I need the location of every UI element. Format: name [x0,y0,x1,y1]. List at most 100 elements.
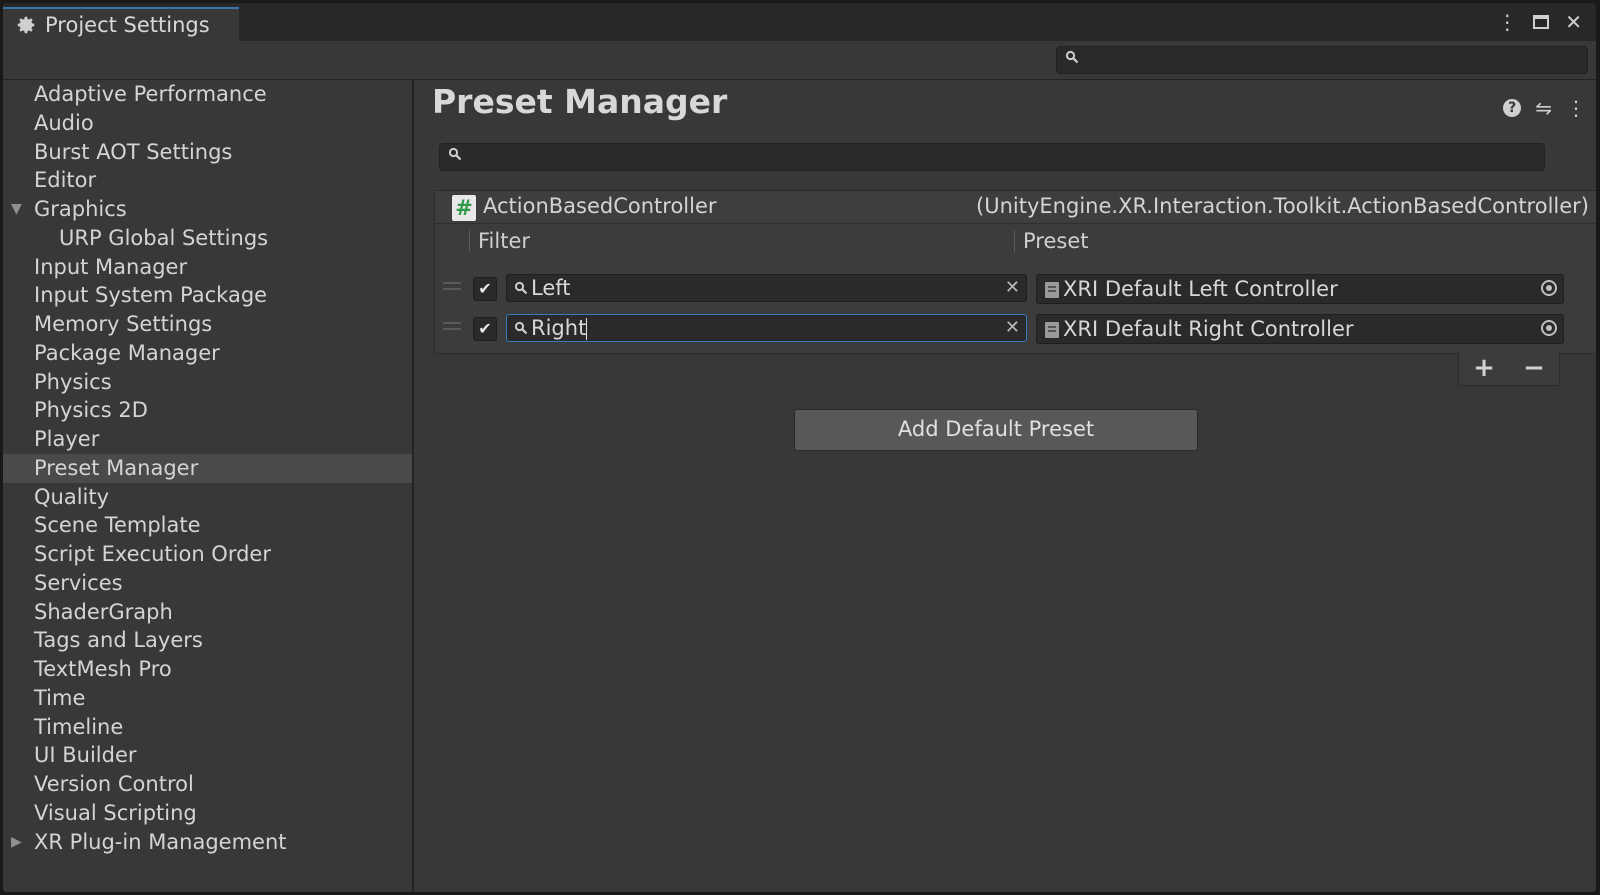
sidebar-item-scene-template[interactable]: Scene Template [3,511,412,540]
sidebar-item-graphics[interactable]: ▼ Graphics [3,195,412,224]
sidebar-item-script-execution-order[interactable]: Script Execution Order [3,540,412,569]
more-vertical-icon[interactable]: ⋮ [1566,96,1586,120]
preset-asset-icon [1045,282,1059,298]
search-icon [1065,50,1079,64]
type-name: ActionBasedController [483,194,717,218]
sidebar-item-timeline[interactable]: Timeline [3,713,412,742]
sidebar-item-urp-global-settings[interactable]: URP Global Settings [3,224,412,253]
sidebar-item-label: Time [34,685,86,710]
fold-open-icon[interactable]: ▼ [11,195,22,224]
tab-project-settings[interactable]: Project Settings [3,7,239,41]
preset-object-field[interactable]: XRI Default Left Controller [1036,274,1564,304]
sidebar-item-label: Memory Settings [34,312,213,336]
sidebar-item-label: Player [34,427,100,451]
preset-row: ✔ Right ✕ XRI Default Right Controller [435,311,1596,347]
sidebar-item-label: XR Plug-in Management [34,829,287,854]
sidebar-item-physics[interactable]: Physics [3,368,412,397]
search-icon [514,281,528,295]
object-picker-icon[interactable] [1541,320,1557,336]
fold-closed-icon[interactable]: ▶ [11,828,22,857]
preset-asset-icon [1045,322,1059,338]
maximize-icon[interactable] [1533,15,1550,29]
sidebar-item-label: UI Builder [34,743,137,768]
sidebar-item-label: Input System Package [34,283,268,308]
sidebar-item-label: Script Execution Order [34,542,271,566]
sidebar-item-textmesh-pro[interactable]: TextMesh Pro [3,655,412,684]
type-header[interactable]: # ActionBasedController (UnityEngine.XR.… [435,191,1596,224]
sidebar-item-editor[interactable]: Editor [3,166,412,195]
sidebar-item-label: ShaderGraph [34,599,173,624]
add-default-preset-button[interactable]: Add Default Preset [794,409,1198,451]
search-icon [448,147,462,161]
sidebar-item-time[interactable]: Time [3,684,412,713]
clear-filter-icon[interactable]: ✕ [1005,276,1020,300]
sidebar-item-xr-plug-in-management[interactable]: ▶ XR Plug-in Management [3,828,412,857]
filter-value: Left [531,276,571,300]
preset-search-input[interactable] [439,143,1545,171]
sidebar-item-label: Quality [34,484,110,509]
header-icons: ? ⇋ ⋮ [1503,96,1586,120]
add-preset-button[interactable]: + [1473,353,1495,383]
sidebar-item-input-manager[interactable]: Input Manager [3,253,412,282]
sidebar-item-visual-scripting[interactable]: Visual Scripting [3,799,412,828]
sidebar-item-label: Audio [34,110,94,135]
remove-preset-button[interactable]: − [1523,353,1545,383]
page-title: Preset Manager [432,82,728,121]
clear-filter-icon[interactable]: ✕ [1005,316,1020,340]
sidebar-item-quality[interactable]: Quality [3,483,412,512]
drag-handle-icon[interactable] [443,322,461,330]
type-full-name: (UnityEngine.XR.Interaction.Toolkit.Acti… [976,194,1589,218]
sidebar-item-version-control[interactable]: Version Control [3,770,412,799]
help-icon[interactable]: ? [1503,99,1522,117]
sidebar-item-label: Timeline [34,714,124,739]
sidebar-item-label: Services [34,570,123,595]
close-icon[interactable]: ✕ [1565,11,1582,33]
sidebar-item-tags-and-layers[interactable]: Tags and Layers [3,626,412,655]
list-add-remove: + − [1458,351,1560,386]
sliders-icon[interactable]: ⇋ [1535,96,1552,120]
sidebar-item-physics-2d[interactable]: Physics 2D [3,396,412,425]
sidebar-item-label: URP Global Settings [59,225,269,250]
project-settings-window: Project Settings ⋮ ✕ Adaptive Performanc… [3,3,1596,892]
sidebar-item-label: TextMesh Pro [34,657,172,681]
filter-input[interactable]: Right ✕ [506,314,1027,342]
sidebar-item-player[interactable]: Player [3,425,412,454]
sidebar-item-label: Preset Manager [34,455,199,480]
sidebar-item-package-manager[interactable]: Package Manager [3,339,412,368]
gear-icon [17,16,35,34]
sidebar-item-label: Package Manager [34,340,220,365]
preset-manager-panel: Preset Manager ? ⇋ ⋮ # ActionBasedContro… [414,80,1596,892]
enabled-checkbox[interactable]: ✔ [473,317,497,341]
sidebar-item-audio[interactable]: Audio [3,109,412,138]
title-bar: Project Settings ⋮ ✕ [3,3,1596,41]
sidebar-item-label: Version Control [34,772,194,796]
search-icon [514,321,528,335]
settings-search-input[interactable] [1056,46,1588,74]
sidebar-item-input-system-package[interactable]: Input System Package [3,281,412,310]
window-menu-icon[interactable]: ⋮ [1497,11,1517,33]
script-icon: # [452,195,476,221]
window-title: Project Settings [45,13,210,37]
preset-row: ✔ Left ✕ XRI Default Left Controller [435,271,1596,307]
object-picker-icon[interactable] [1541,280,1557,296]
sidebar-item-label: Physics [34,369,112,394]
sidebar-item-ui-builder[interactable]: UI Builder [3,741,412,770]
sidebar-item-shadergraph[interactable]: ShaderGraph [3,598,412,627]
enabled-checkbox[interactable]: ✔ [473,277,497,301]
sidebar-item-adaptive-performance[interactable]: Adaptive Performance [3,80,412,109]
filter-input[interactable]: Left ✕ [506,274,1027,302]
column-headers: Filter Preset [435,225,1596,257]
sidebar-item-services[interactable]: Services [3,569,412,598]
drag-handle-icon[interactable] [443,282,461,290]
filter-column-header: Filter [469,230,530,252]
preset-object-field[interactable]: XRI Default Right Controller [1036,314,1564,344]
toolbar [3,41,1596,80]
sidebar-item-label: Tags and Layers [34,628,203,653]
sidebar-item-burst-aot-settings[interactable]: Burst AOT Settings [3,138,412,167]
settings-sidebar: Adaptive Performance Audio Burst AOT Setti… [3,80,414,892]
preset-column-header: Preset [1014,230,1088,252]
sidebar-item-memory-settings[interactable]: Memory Settings [3,310,412,339]
sidebar-item-label: Input Manager [34,254,188,279]
sidebar-item-preset-manager[interactable]: Preset Manager [3,453,412,483]
sidebar-item-label: Adaptive Performance [34,82,267,106]
